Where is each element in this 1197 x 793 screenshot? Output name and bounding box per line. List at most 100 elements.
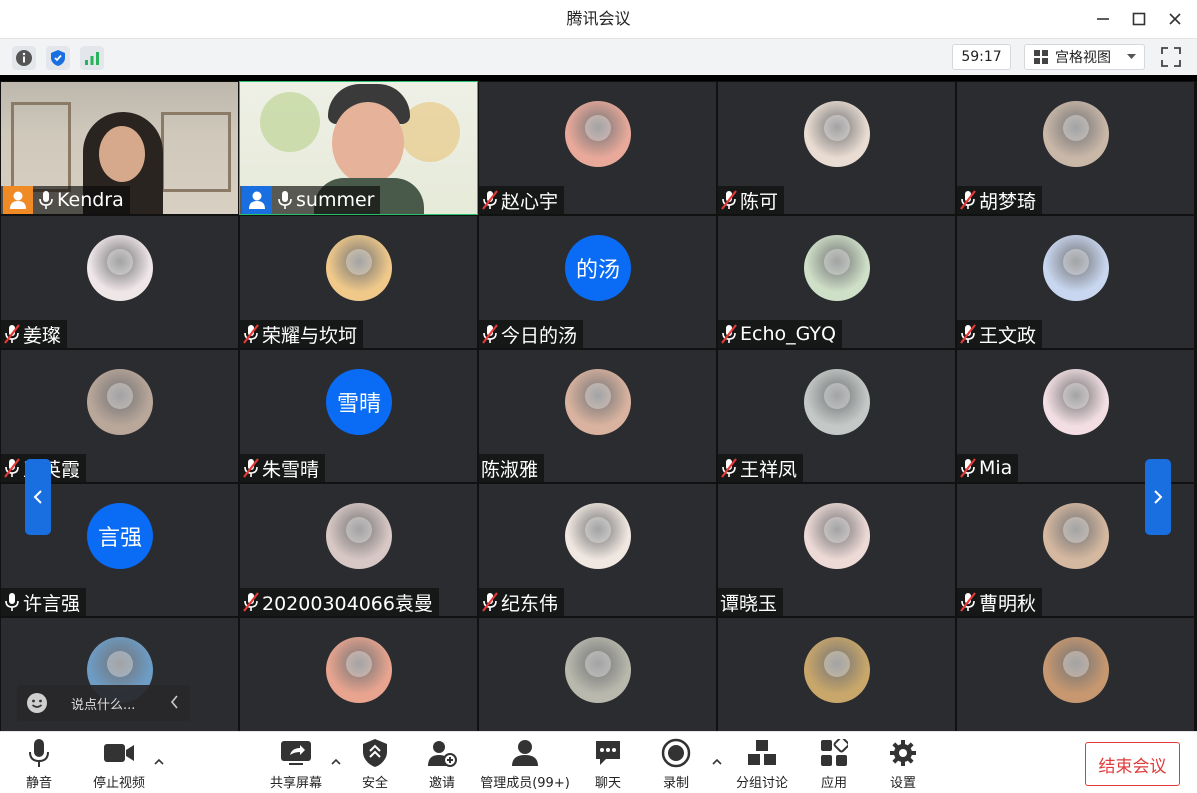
mute-label: 静音 xyxy=(25,776,52,791)
settings-button[interactable]: 设置 xyxy=(886,736,920,792)
fullscreen-icon xyxy=(1161,47,1181,67)
participant-tile[interactable] xyxy=(479,618,716,731)
host-badge-icon xyxy=(10,191,26,209)
maximize-icon xyxy=(1132,12,1146,26)
window-title: 腾讯会议 xyxy=(566,9,631,28)
participant-tile[interactable] xyxy=(957,618,1194,731)
participant-avatar: 言强 xyxy=(87,503,153,569)
view-mode-label: 宫格视图 xyxy=(1055,50,1111,66)
participant-tile[interactable]: 赵心宇 xyxy=(479,82,716,214)
share-screen-button[interactable]: 共享屏幕 xyxy=(267,736,325,792)
chat-quick-input[interactable]: 说点什么... xyxy=(17,685,190,721)
close-button[interactable] xyxy=(1160,4,1190,34)
view-mode-selector[interactable]: 宫格视图 xyxy=(1024,44,1145,70)
participant-tile[interactable]: 陈可 xyxy=(718,82,955,214)
participant-tile[interactable]: 雪晴 朱雪晴 xyxy=(240,350,477,482)
participant-tile[interactable]: 的汤 今日的汤 xyxy=(479,216,716,348)
participant-tile[interactable]: 胡梦琦 xyxy=(957,82,1194,214)
participant-grid: Kendra summer 赵心宇 陈可 胡梦琦姜璨 荣耀与坎坷 的汤 今日的汤 Echo_GY… xyxy=(0,75,1197,731)
muted-mic-icon xyxy=(243,592,259,612)
participant-name: 胡梦琦 xyxy=(979,190,1037,213)
chevron-right-icon xyxy=(1154,490,1163,504)
muted-mic-icon xyxy=(960,324,976,344)
info-icon xyxy=(16,50,32,66)
muted-mic-indicator xyxy=(481,189,499,211)
muted-mic-icon xyxy=(243,324,259,344)
participant-avatar xyxy=(326,235,392,301)
muted-mic-icon xyxy=(482,324,498,344)
signal-bars-icon xyxy=(85,52,99,65)
manage-members-button[interactable]: 管理成员(99+) xyxy=(480,736,570,792)
participant-avatar xyxy=(1043,101,1109,167)
participant-name: 陈可 xyxy=(740,190,779,213)
next-page-button[interactable] xyxy=(1145,459,1171,535)
participant-tile[interactable]: 王文政 xyxy=(957,216,1194,348)
participant-avatar xyxy=(804,503,870,569)
muted-mic-indicator xyxy=(3,457,21,479)
participant-name-tag: 赵心宇 xyxy=(479,186,565,214)
apps-grid-icon xyxy=(821,739,848,766)
invite-button[interactable]: 邀请 xyxy=(425,736,459,792)
muted-mic-indicator xyxy=(242,457,260,479)
close-icon xyxy=(1169,13,1181,25)
meeting-info-button[interactable] xyxy=(12,46,36,70)
share-screen-icon xyxy=(281,741,311,765)
participant-name: 曹明秋 xyxy=(979,592,1037,615)
participant-avatar xyxy=(1043,235,1109,301)
network-status-button[interactable] xyxy=(80,46,104,70)
end-meeting-button[interactable]: 结束会议 xyxy=(1085,742,1180,786)
share-screen-label: 共享屏幕 xyxy=(269,776,322,791)
meeting-window: 腾讯会议 59:17 宫格视图 Kendra summer 赵心宇 陈可 胡梦琦… xyxy=(0,0,1197,793)
muted-mic-indicator xyxy=(3,323,21,345)
minimize-icon xyxy=(1097,18,1109,20)
muted-mic-indicator xyxy=(242,323,260,345)
participant-tile[interactable]: 王祥凤 xyxy=(718,350,955,482)
participant-tile[interactable] xyxy=(718,618,955,731)
participant-tile[interactable]: 谭晓玉 xyxy=(718,484,955,616)
meeting-toolbar: 静音 停止视频 共享屏幕 安全 邀请 管理成员(99+) 聊天 录制 分组讨论 … xyxy=(0,731,1197,793)
minimize-button[interactable] xyxy=(1088,4,1118,34)
participant-tile[interactable]: 纪东伟 xyxy=(479,484,716,616)
fullscreen-button[interactable] xyxy=(1158,44,1184,70)
participant-tile[interactable]: 荣耀与坎坷 xyxy=(240,216,477,348)
record-button[interactable]: 录制 xyxy=(659,736,693,792)
security-status-button[interactable] xyxy=(46,46,70,70)
participant-name: Mia xyxy=(979,457,1013,479)
apps-button[interactable]: 应用 xyxy=(817,736,851,792)
maximize-button[interactable] xyxy=(1124,4,1154,34)
participant-name-tag: Echo_GYQ xyxy=(718,320,842,348)
share-options-chevron-icon[interactable] xyxy=(330,756,342,768)
muted-mic-indicator xyxy=(959,457,977,479)
participant-name-tag: 王祥凤 xyxy=(718,454,804,482)
chevron-left-icon xyxy=(33,490,42,504)
previous-page-button[interactable] xyxy=(25,459,51,535)
participant-name: 纪东伟 xyxy=(501,592,559,615)
participant-tile[interactable]: 20200304066袁曼 xyxy=(240,484,477,616)
participant-tile[interactable]: summer xyxy=(239,81,478,215)
muted-mic-indicator xyxy=(720,189,738,211)
participant-name-tag: 20200304066袁曼 xyxy=(240,588,439,616)
participant-tile[interactable]: 陈淑雅 xyxy=(479,350,716,482)
muted-mic-icon xyxy=(960,190,976,210)
chat-button[interactable]: 聊天 xyxy=(591,736,625,792)
muted-mic-indicator xyxy=(959,591,977,613)
participant-tile[interactable]: 姜璨 xyxy=(1,216,238,348)
participant-tile[interactable]: Kendra xyxy=(1,82,238,214)
mute-button[interactable]: 静音 xyxy=(20,736,58,792)
participant-name-tag: 胡梦琦 xyxy=(957,186,1043,214)
record-options-chevron-icon[interactable] xyxy=(711,756,723,768)
breakout-rooms-button[interactable]: 分组讨论 xyxy=(733,736,791,792)
participant-tile[interactable]: Echo_GYQ xyxy=(718,216,955,348)
emoji-icon[interactable] xyxy=(17,685,57,721)
participant-avatar xyxy=(565,369,631,435)
participant-name-tag: summer xyxy=(240,186,381,214)
participant-name: 许言强 xyxy=(23,592,81,615)
host-badge-icon xyxy=(249,191,265,209)
security-button[interactable]: 安全 xyxy=(358,736,392,792)
participant-avatar xyxy=(1043,503,1109,569)
stop-video-button[interactable]: 停止视频 xyxy=(88,736,150,792)
muted-mic-indicator xyxy=(242,591,260,613)
participant-tile[interactable] xyxy=(240,618,477,731)
video-options-chevron-icon[interactable] xyxy=(153,756,165,768)
participant-name-tag: 姜璨 xyxy=(1,320,68,348)
